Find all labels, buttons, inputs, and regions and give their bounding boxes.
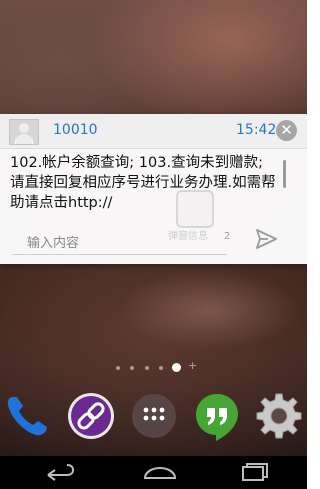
page-dot[interactable] bbox=[130, 366, 134, 370]
home-icon bbox=[143, 466, 177, 479]
popup-header: 10010 15:42 ✕ bbox=[0, 114, 307, 149]
add-page-icon[interactable]: + bbox=[188, 359, 197, 372]
message-body[interactable]: 102.帐户余额查询; 103.查询未到赠款; 请直接回复相应序号进行业务办理.… bbox=[10, 153, 282, 213]
page-dot-active[interactable] bbox=[172, 363, 181, 372]
phone-icon bbox=[7, 397, 47, 436]
hangouts-icon bbox=[196, 394, 238, 441]
page-dot[interactable] bbox=[145, 366, 149, 370]
close-icon: ✕ bbox=[280, 121, 293, 139]
message-time: 15:42 bbox=[236, 122, 277, 138]
recents-button[interactable] bbox=[229, 456, 279, 489]
hangouts-app[interactable] bbox=[192, 391, 242, 441]
avatar bbox=[9, 119, 39, 145]
dock bbox=[0, 388, 307, 444]
wallpaper bbox=[120, 270, 300, 350]
back-icon bbox=[47, 464, 75, 481]
reply-input[interactable] bbox=[12, 232, 227, 255]
phone-app[interactable] bbox=[3, 391, 53, 441]
home-screen: 10010 15:42 ✕ 102.帐户余额查询; 103.查询未到赠款; 请直… bbox=[0, 0, 307, 489]
back-button[interactable] bbox=[34, 456, 84, 489]
app-drawer-icon bbox=[132, 394, 176, 438]
app-drawer-button[interactable] bbox=[129, 391, 179, 441]
home-button[interactable] bbox=[135, 456, 185, 489]
page-indicator: + bbox=[0, 359, 307, 374]
close-button[interactable]: ✕ bbox=[276, 120, 297, 141]
recents-icon bbox=[242, 463, 268, 481]
sms-popup: 10010 15:42 ✕ 102.帐户余额查询; 103.查询未到赠款; 请直… bbox=[0, 114, 307, 264]
char-count: 2 bbox=[224, 231, 231, 242]
send-button[interactable] bbox=[253, 226, 279, 252]
sender-name[interactable]: 10010 bbox=[53, 122, 98, 138]
gear-icon bbox=[256, 393, 302, 439]
link-icon bbox=[68, 393, 114, 439]
link-app[interactable] bbox=[66, 391, 116, 441]
page-dot[interactable] bbox=[159, 366, 163, 370]
message-scrollbar[interactable] bbox=[283, 160, 286, 188]
navigation-bar bbox=[0, 456, 307, 489]
send-icon bbox=[256, 229, 277, 249]
page-dot[interactable] bbox=[116, 366, 120, 370]
settings-app[interactable] bbox=[254, 391, 304, 441]
